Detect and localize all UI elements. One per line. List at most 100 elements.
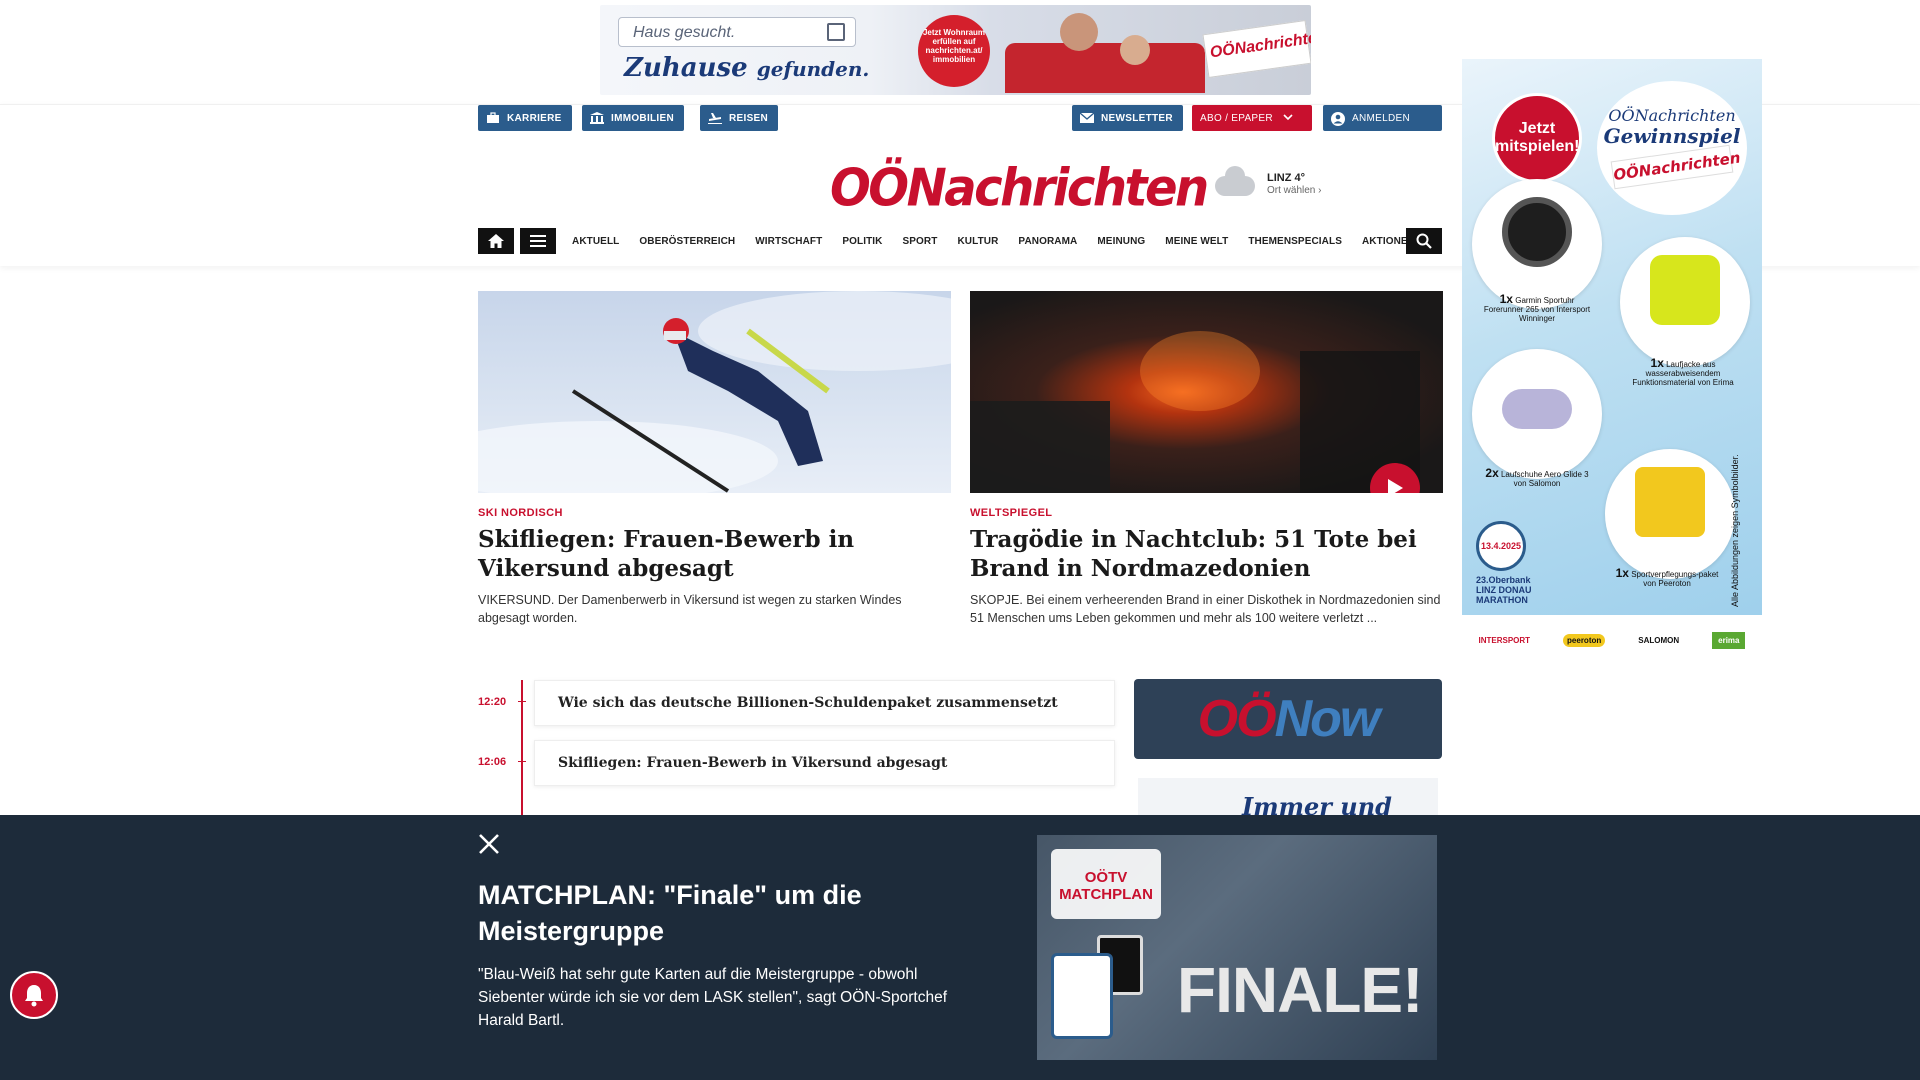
ad-disclaimer: Alle Abbildungen zeigen Symbolbilder. [1730,454,1740,607]
ad-gewinnspiel-logo: OÖNachrichten Gewinnspiel OÖNachrichten [1597,81,1747,215]
article-image-fire-video[interactable] [970,291,1443,493]
reisen-label: REISEN [729,112,769,124]
prize-caption: 1x Garmin Sportuhr Forerunner 265 von In… [1482,293,1592,323]
prize-count: 2x [1485,466,1499,480]
ad-badge: Jetzt Wohnraum erfüllen auf nachrichten.… [918,15,990,87]
nav-item-wirtschaft[interactable]: WIRTSCHAFT [755,236,822,247]
ticker-time: 12:20 [478,696,507,708]
nav-item-aktuell[interactable]: AKTUELL [572,236,619,247]
prize-jacket [1620,237,1750,367]
menu-button[interactable] [520,228,556,254]
ad-person-image [1120,35,1150,65]
home-icon [488,234,504,248]
article-teaser[interactable]: SKOPJE. Bei einem verheerenden Brand in … [970,591,1443,627]
jacket-image [1650,255,1720,325]
notification-bell-button[interactable] [10,971,58,1019]
newsletter-button[interactable]: NEWSLETTER [1072,105,1183,131]
nav-item-politik[interactable]: POLITIK [842,236,882,247]
nav-item-oberoesterreich[interactable]: OBERÖSTERREICH [639,236,735,247]
bell-icon [25,985,43,1007]
overlay-video-thumbnail[interactable]: OÖTV MATCHPLAN FINALE! [1037,835,1437,1060]
ad-cta-badge: Jetzt mitspielen! [1492,93,1582,183]
weather-location-label: Ort wählen [1267,185,1316,196]
ad-brand-line2: Gewinnspiel [1603,124,1741,148]
home-button[interactable] [478,228,514,254]
karriere-label: KARRIERE [507,112,562,124]
article-title[interactable]: Skifliegen: Frauen-Bewerb in Vikersund a… [478,525,951,583]
sponsor-logos: INTERSPORT peeroton SALOMON erima [1462,625,1762,655]
article-kicker[interactable]: WELTSPIEGEL [970,507,1443,519]
chevron-down-icon [1283,113,1293,124]
article-teaser[interactable]: VIKERSUND. Der Damenberwerb in Vikersund… [478,591,951,627]
site-logo[interactable]: OÖNachrichten [830,158,1209,218]
cloud-icon [1215,166,1255,196]
ad-newspaper: OÖNachrichten [1610,144,1741,190]
prize-caption: 2x Laufschuhe Aero Glide 3 von Salomon [1482,466,1592,488]
article-title[interactable]: Tragödie in Nachtclub: 51 Tote bei Brand… [970,525,1443,583]
oenow-logo-part2: Now [1274,690,1381,748]
overlay-headline[interactable]: MATCHPLAN: "Finale" um die Meistergruppe [478,877,938,949]
main-navigation: AKTUELL OBERÖSTERREICH WIRTSCHAFT POLITI… [478,228,1442,254]
prize-shoes [1472,349,1602,479]
blau-weiss-crest [1051,953,1113,1039]
oenow-teaser[interactable]: Immer und überall [1138,778,1438,818]
sponsor-erima: erima [1712,631,1746,649]
sponsor-peeroton: peeroton [1563,633,1606,647]
weather-location-link[interactable]: Ort wählen › [1267,185,1321,196]
weather-city: LINZ 4° [1267,172,1306,184]
ticker-time: 12:06 [478,756,507,768]
login-button[interactable]: ANMELDEN [1323,105,1442,131]
immobilien-label: IMMOBILIEN [611,112,674,124]
nav-item-panorama[interactable]: PANORAMA [1018,236,1077,247]
building-icon [590,112,604,124]
prize-text: Laufschuhe Aero Glide 3 von Salomon [1500,470,1589,488]
ticker-dash [518,761,526,762]
prize-text: Laufjacke aus wasserabweisendem Funktion… [1632,360,1734,387]
prize-caption: 1x Laufjacke aus wasserabweisendem Funkt… [1628,357,1738,387]
article-card[interactable]: SKI NORDISCH Skifliegen: Frauen-Bewerb i… [478,291,951,627]
weather-widget[interactable]: LINZ 4° Ort wählen › [1215,166,1345,206]
ticker-title[interactable]: Wie sich das deutsche Billionen-Schulden… [534,680,1115,726]
play-icon [1388,479,1403,493]
ad-slogan-main: Zuhause [624,53,748,83]
briefcase-icon [486,112,500,124]
chevron-right-icon: › [1318,185,1322,196]
abo-epaper-dropdown[interactable]: ABO / EPAPER [1192,105,1312,131]
matchplan-logo: OÖTV MATCHPLAN [1051,849,1161,919]
ticker-item[interactable]: 12:20 Wie sich das deutsche Billionen-Sc… [478,680,1115,726]
nav-item-sport[interactable]: SPORT [903,236,938,247]
prize-caption: 1x Sportverpflegungs-paket von Peeroton [1612,567,1722,588]
marathon-name: 23.Oberbank LINZ DONAU MARATHON [1476,575,1532,605]
search-button[interactable] [1406,228,1442,254]
nutrition-image [1635,467,1705,537]
ad-brand-line1: OÖNachrichten [1608,106,1736,125]
shoes-image [1502,389,1572,429]
nav-item-kultur[interactable]: KULTUR [957,236,998,247]
ad-slogan: Zuhause gefunden. [624,53,869,83]
ticker-title[interactable]: Skifliegen: Frauen-Bewerb in Vikersund a… [534,740,1115,786]
reisen-button[interactable]: REISEN [700,105,779,131]
immobilien-button[interactable]: IMMOBILIEN [582,105,684,131]
karriere-button[interactable]: KARRIERE [478,105,572,131]
oenow-banner[interactable]: OÖ Now [1134,679,1442,759]
ad-slogan-tail: gefunden. [756,57,870,81]
nav-item-meinung[interactable]: MEINUNG [1097,236,1145,247]
article-kicker[interactable]: SKI NORDISCH [478,507,951,519]
nav-item-meine-welt[interactable]: MEINE WELT [1165,236,1228,247]
close-icon [479,834,499,854]
close-button[interactable] [477,833,501,857]
prize-watch [1472,179,1602,309]
nav-item-themenspecials[interactable]: THEMENSPECIALS [1248,236,1342,247]
top-banner-ad[interactable]: Haus gesucht. Zuhause gefunden. Jetzt Wo… [600,5,1311,95]
ticker-dash [518,701,526,702]
abo-label: ABO / EPAPER [1200,112,1273,124]
article-image-skijumper[interactable] [478,291,951,493]
marathon-badge: 13.4.2025 23.Oberbank LINZ DONAU MARATHO… [1476,521,1546,605]
side-ad-gewinnspiel[interactable]: Jetzt mitspielen! OÖNachrichten Gewinnsp… [1462,59,1762,615]
house-icon [827,23,845,41]
article-card[interactable]: WELTSPIEGEL Tragödie in Nachtclub: 51 To… [970,291,1443,627]
sponsor-salomon: SALOMON [1638,635,1680,645]
watch-image [1502,197,1572,267]
user-icon [1331,112,1345,126]
ticker-item[interactable]: 12:06 Skifliegen: Frauen-Bewerb in Viker… [478,740,1115,786]
